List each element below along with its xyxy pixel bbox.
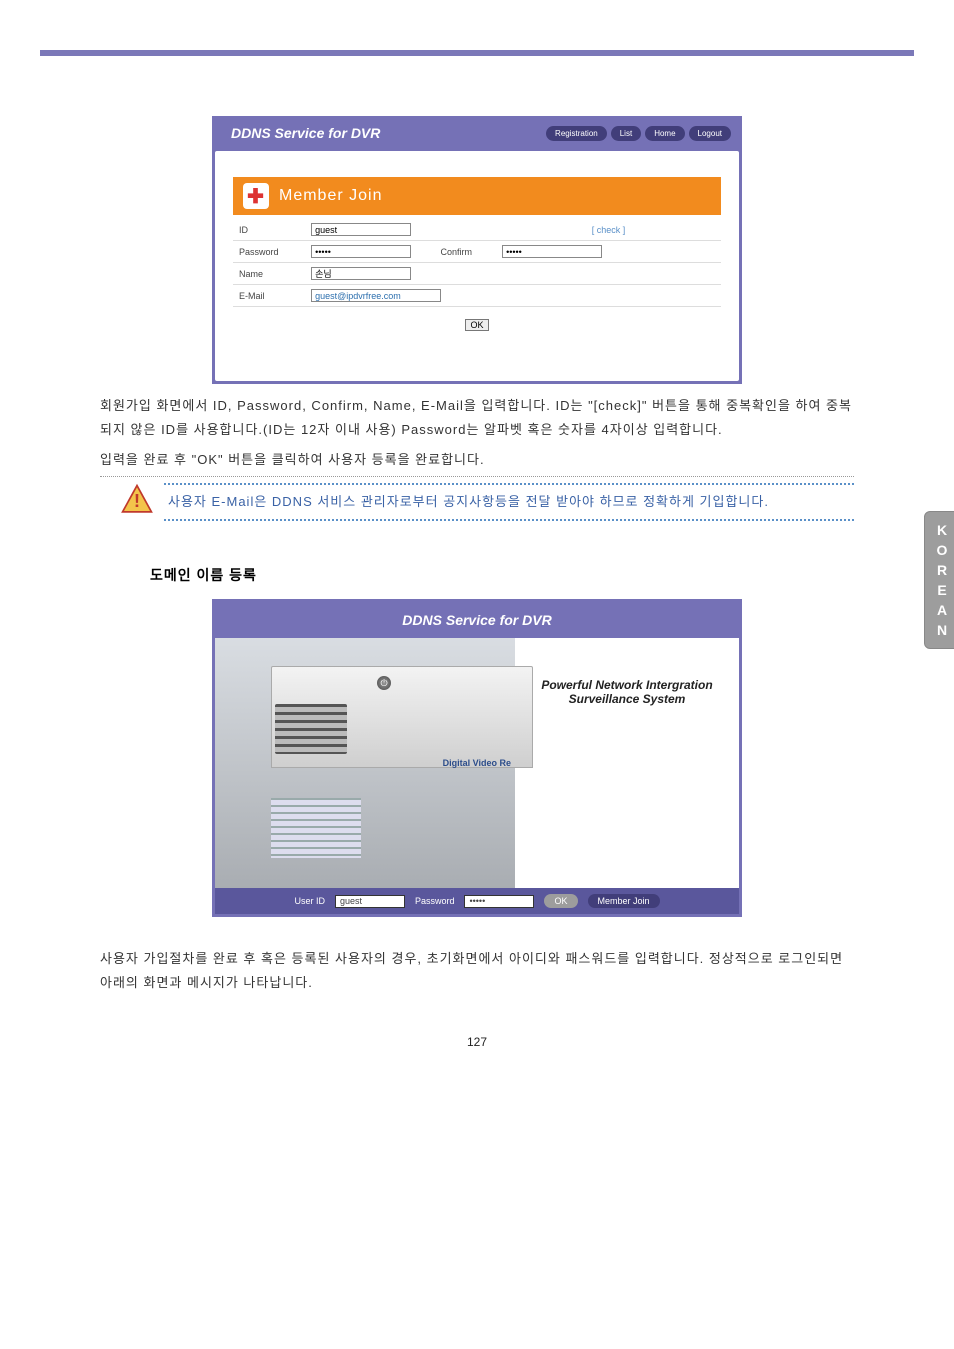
- label-confirm: Confirm: [435, 241, 497, 263]
- login-ok-button[interactable]: OK: [544, 894, 577, 908]
- member-join-button[interactable]: Member Join: [588, 894, 660, 908]
- row-id: ID [ check ]: [233, 219, 721, 241]
- side-tab-letter: R: [925, 560, 954, 580]
- tagline-1: Powerful Network Intergration: [529, 678, 725, 692]
- nav-logout[interactable]: Logout: [689, 126, 731, 141]
- dvr-slots: [275, 704, 347, 754]
- member-join-banner: ✚ Member Join: [233, 177, 721, 215]
- row-email: E-Mail: [233, 285, 721, 307]
- screenshot2-title: DDNS Service for DVR: [215, 602, 739, 638]
- input-user-id[interactable]: [335, 895, 405, 908]
- tagline-2: Surveillance System: [529, 692, 725, 706]
- screenshot2-tagline-area: Powerful Network Intergration Surveillan…: [515, 638, 739, 888]
- input-email[interactable]: [311, 289, 441, 302]
- section-heading-domain: 도메인 이름 등록: [150, 565, 894, 585]
- side-tab-letter: K: [925, 520, 954, 540]
- ddns-title: DDNS Service for DVR: [231, 125, 380, 141]
- member-join-ok-button[interactable]: OK: [465, 319, 488, 331]
- dvr-illustration: ⏻ Digital Video Re: [215, 638, 515, 888]
- screenshot1-nav: Registration List Home Logout: [546, 126, 731, 141]
- side-tab-letter: O: [925, 540, 954, 560]
- input-name[interactable]: [311, 267, 411, 280]
- label-user-id: User ID: [294, 896, 325, 906]
- label-id: ID: [233, 219, 305, 241]
- side-tab-letter: A: [925, 600, 954, 620]
- nav-home[interactable]: Home: [645, 126, 684, 141]
- input-footer-password[interactable]: [464, 895, 534, 908]
- side-tab-letter: N: [925, 620, 954, 640]
- input-id[interactable]: [311, 223, 411, 236]
- svg-text:!: !: [134, 490, 140, 511]
- nav-list[interactable]: List: [611, 126, 641, 141]
- side-tab-letter: E: [925, 580, 954, 600]
- member-join-form: ID [ check ] Password Confirm Name E-Mai…: [233, 219, 721, 307]
- screenshot1-body: ✚ Member Join ID [ check ] Password Conf…: [215, 151, 739, 381]
- caution-box: ! 사용자 E-Mail은 DDNS 서비스 관리자로부터 공지사항등을 전달 …: [120, 483, 854, 525]
- caution-icon: !: [120, 483, 154, 517]
- member-join-icon: ✚: [243, 183, 269, 209]
- document-page: K O R E A N DDNS Service for DVR Registr…: [0, 56, 954, 1089]
- dvr-slots-lower: [271, 798, 361, 858]
- label-password: Password: [233, 241, 305, 263]
- paragraph-3: 사용자 가입절차를 완료 후 혹은 등록된 사용자의 경우, 초기화면에서 아이…: [100, 947, 854, 995]
- paragraph-1: 회원가입 화면에서 ID, Password, Confirm, Name, E…: [100, 394, 854, 442]
- screenshot-login: DDNS Service for DVR ⏻ Digital Video Re …: [212, 599, 742, 917]
- dvr-caption: Digital Video Re: [443, 758, 511, 768]
- paragraph-2: 입력을 완료 후 "OK" 버튼을 클릭하여 사용자 등록을 완료합니다.: [100, 448, 854, 477]
- power-knob-icon: ⏻: [377, 676, 391, 690]
- row-password: Password Confirm: [233, 241, 721, 263]
- caution-text: 사용자 E-Mail은 DDNS 서비스 관리자로부터 공지사항등을 전달 받아…: [164, 483, 854, 521]
- nav-registration[interactable]: Registration: [546, 126, 607, 141]
- screenshot2-body: ⏻ Digital Video Re Powerful Network Inte…: [215, 638, 739, 888]
- language-side-tab: K O R E A N: [924, 511, 954, 649]
- page-number: 127: [60, 1035, 894, 1049]
- input-confirm[interactable]: [502, 245, 602, 258]
- label-footer-password: Password: [415, 896, 455, 906]
- label-name: Name: [233, 263, 305, 285]
- row-name: Name: [233, 263, 721, 285]
- screenshot1-header: DDNS Service for DVR Registration List H…: [215, 119, 739, 151]
- screenshot2-login-bar: User ID Password OK Member Join: [215, 888, 739, 914]
- screenshot-member-join: DDNS Service for DVR Registration List H…: [212, 116, 742, 384]
- check-link[interactable]: [ check ]: [592, 225, 626, 235]
- member-join-title: Member Join: [279, 187, 382, 205]
- label-email: E-Mail: [233, 285, 305, 307]
- input-password[interactable]: [311, 245, 411, 258]
